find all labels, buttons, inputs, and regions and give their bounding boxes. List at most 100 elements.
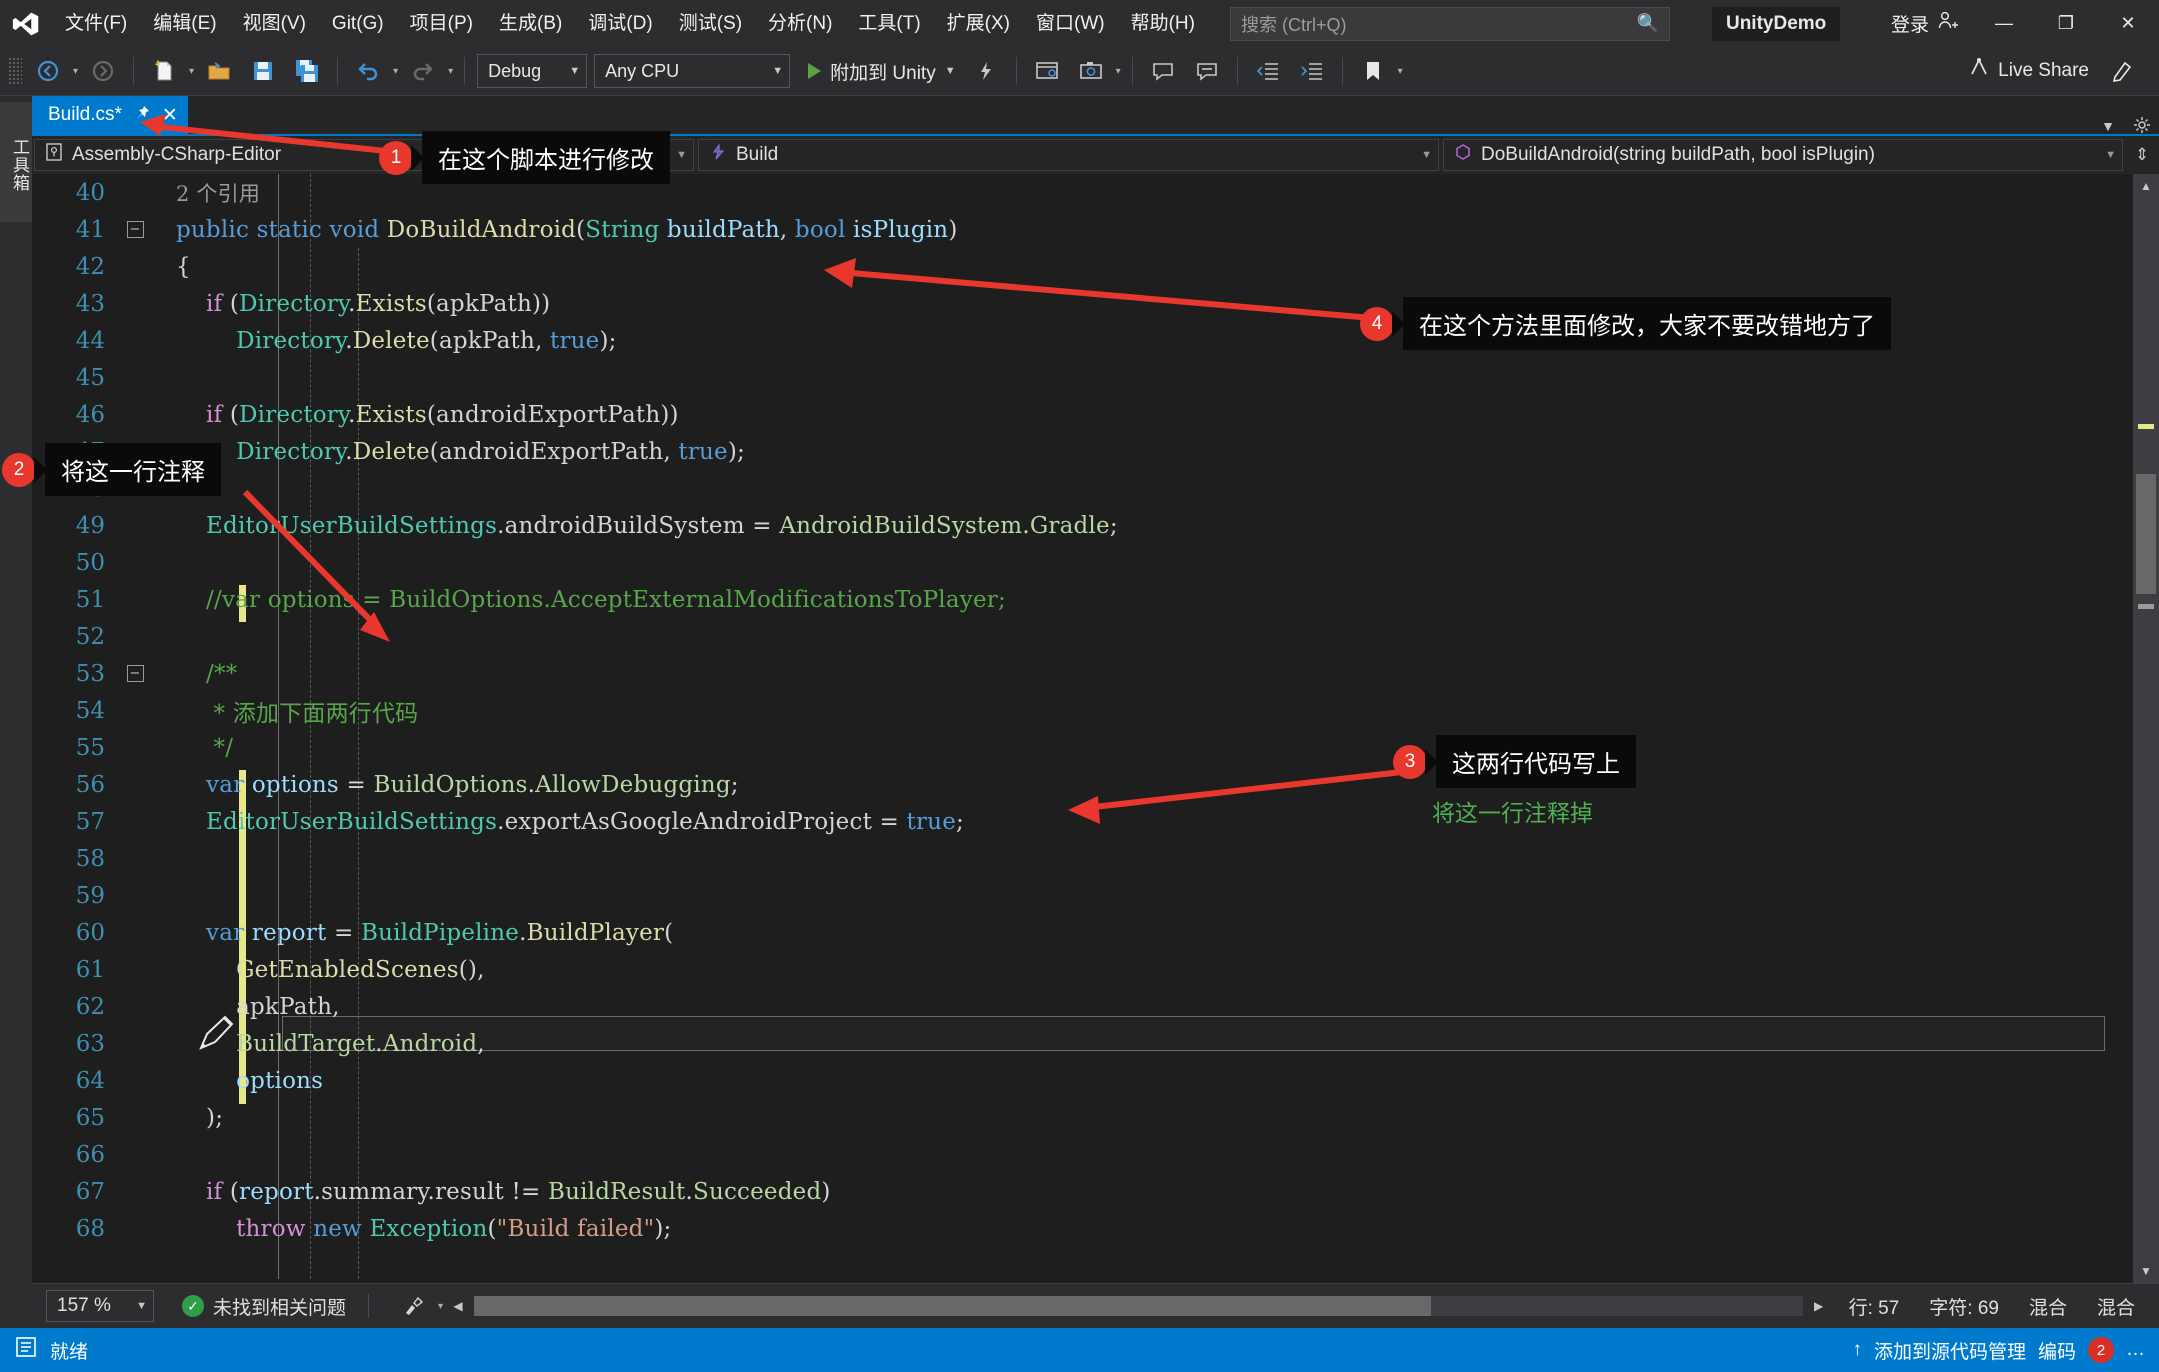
redo-dropdown-icon[interactable]: ▾ xyxy=(448,66,453,77)
attach-dropdown-icon[interactable]: ▼ xyxy=(945,65,956,77)
code-line-51[interactable]: 51 //var options = BuildOptions.AcceptEx… xyxy=(32,581,2133,618)
code-line-55[interactable]: 55 */ xyxy=(32,729,2133,766)
code-line-46[interactable]: 46 if (Directory.Exists(androidExportPat… xyxy=(32,396,2133,433)
issues-indicator[interactable]: ✓ 未找到相关问题 xyxy=(182,1293,346,1320)
pin-icon[interactable] xyxy=(134,105,150,126)
code-line-62[interactable]: 62 apkPath, xyxy=(32,988,2133,1025)
preview-icon[interactable] xyxy=(1025,51,1069,91)
screenshot-dropdown-icon[interactable]: ▾ xyxy=(1116,66,1121,77)
bookmark-icon[interactable] xyxy=(1351,51,1395,91)
configuration-dropdown[interactable]: Debug ▼ xyxy=(477,54,588,88)
scrollbar-thumb[interactable] xyxy=(2136,474,2156,594)
scroll-down-arrow-icon[interactable]: ▼ xyxy=(2133,1259,2159,1283)
scroll-up-arrow-icon[interactable]: ▲ xyxy=(2133,174,2159,198)
tab-list-dropdown-icon[interactable]: ▼ xyxy=(2091,118,2125,134)
uncomment-icon[interactable] xyxy=(1185,51,1229,91)
redo-icon[interactable] xyxy=(401,51,445,91)
indent-icon[interactable] xyxy=(1290,51,1334,91)
back-dropdown-icon[interactable]: ▾ xyxy=(73,66,78,77)
cleanup-dropdown-icon[interactable]: ▾ xyxy=(438,1301,443,1312)
menu-debug[interactable]: 调试(D) xyxy=(575,0,665,47)
new-item-dropdown-icon[interactable]: ▾ xyxy=(189,66,194,77)
navigate-forward-button[interactable] xyxy=(81,51,125,91)
code-line-42[interactable]: 42 { xyxy=(32,248,2133,285)
code-line-50[interactable]: 50 xyxy=(32,544,2133,581)
menu-test[interactable]: 测试(S) xyxy=(666,0,755,47)
new-item-icon[interactable] xyxy=(142,51,186,91)
code-line-59[interactable]: 59 xyxy=(32,877,2133,914)
hscroll-left-arrow-icon[interactable]: ◀ xyxy=(446,1299,470,1313)
attach-to-unity-button[interactable]: 附加到 Unity ▼ xyxy=(800,51,963,91)
code-line-41[interactable]: 41 − public static void DoBuildAndroid(S… xyxy=(32,211,2133,248)
code-line-52[interactable]: 52 xyxy=(32,618,2133,655)
search-input[interactable]: 搜索 (Ctrl+Q) 🔍 xyxy=(1229,6,1670,41)
code-line-63[interactable]: 63 BuildTarget.Android, xyxy=(32,1025,2133,1062)
collapse-icon[interactable]: − xyxy=(126,221,144,238)
code-line-53[interactable]: 53 − /** xyxy=(32,655,2133,692)
code-line-60[interactable]: 60 var report = BuildPipeline.BuildPlaye… xyxy=(32,914,2133,951)
restore-button[interactable]: ❐ xyxy=(2035,0,2097,47)
member-dropdown[interactable]: DoBuildAndroid(string buildPath, bool is… xyxy=(1443,139,2123,171)
source-control-label[interactable]: 添加到源代码管理 xyxy=(1874,1337,2026,1364)
menu-tools[interactable]: 工具(T) xyxy=(845,0,933,47)
live-share-button[interactable]: Live Share xyxy=(1956,51,2101,91)
undo-icon[interactable] xyxy=(346,51,390,91)
tab-close-icon[interactable]: ✕ xyxy=(162,104,178,127)
menu-analyze[interactable]: 分析(N) xyxy=(755,0,845,47)
code-line-57[interactable]: 57 EditorUserBuildSettings.exportAsGoogl… xyxy=(32,803,2133,840)
menu-git[interactable]: Git(G) xyxy=(319,0,397,47)
code-line-56[interactable]: 56 var options = BuildOptions.AllowDebug… xyxy=(32,766,2133,803)
save-icon[interactable] xyxy=(241,51,285,91)
code-line-48[interactable]: 48 xyxy=(32,470,2133,507)
close-button[interactable]: ✕ xyxy=(2097,0,2159,47)
tab-settings-icon[interactable] xyxy=(2125,116,2159,134)
code-line-66[interactable]: 66 xyxy=(32,1136,2133,1173)
notifications-more-icon[interactable]: … xyxy=(2126,1339,2145,1361)
save-all-icon[interactable] xyxy=(285,51,329,91)
sign-in-button[interactable]: 登录 xyxy=(1877,10,1973,38)
fold-col[interactable]: − xyxy=(120,221,150,238)
feedback-icon[interactable] xyxy=(2101,51,2145,91)
code-line-61[interactable]: 61 GetEnabledScenes(), xyxy=(32,951,2133,988)
outdent-icon[interactable] xyxy=(1246,51,1290,91)
navigate-backward-button[interactable] xyxy=(26,51,70,91)
split-view-icon[interactable]: ⇕ xyxy=(2127,145,2157,165)
menu-edit[interactable]: 编辑(E) xyxy=(140,0,229,47)
collapse-icon-2[interactable]: − xyxy=(126,665,144,682)
fold-col[interactable]: − xyxy=(120,665,150,682)
menu-help[interactable]: 帮助(H) xyxy=(1118,0,1208,47)
code-line-65[interactable]: 65 ); xyxy=(32,1099,2133,1136)
menu-file[interactable]: 文件(F) xyxy=(52,0,140,47)
hscroll-thumb[interactable] xyxy=(474,1296,1431,1316)
zoom-level-dropdown[interactable]: 157 % ▼ xyxy=(46,1290,154,1322)
menu-project[interactable]: 项目(P) xyxy=(397,0,486,47)
undo-dropdown-icon[interactable]: ▾ xyxy=(393,66,398,77)
editor-horizontal-scrollbar[interactable] xyxy=(474,1296,1803,1316)
editor-vertical-scrollbar[interactable]: ▲ ▼ xyxy=(2133,174,2159,1283)
type-dropdown[interactable]: Build ▼ xyxy=(698,139,1439,171)
menu-view[interactable]: 视图(V) xyxy=(230,0,319,47)
hscroll-right-arrow-icon[interactable]: ▶ xyxy=(1807,1299,1831,1313)
platform-dropdown[interactable]: Any CPU ▼ xyxy=(594,54,791,88)
toolbar-grip[interactable] xyxy=(8,57,22,85)
hot-reload-icon[interactable] xyxy=(964,51,1008,91)
minimize-button[interactable]: — xyxy=(1973,0,2035,47)
open-file-icon[interactable] xyxy=(197,51,241,91)
toolbox-tab[interactable]: 工具箱 xyxy=(0,102,32,222)
code-line-40[interactable]: 40 2 个引用 xyxy=(32,174,2133,211)
bookmark-dropdown-icon[interactable]: ▾ xyxy=(1398,66,1403,77)
code-line-54[interactable]: 54 * 添加下面两行代码 xyxy=(32,692,2133,729)
comment-icon[interactable] xyxy=(1141,51,1185,91)
code-line-45[interactable]: 45 xyxy=(32,359,2133,396)
code-line-47[interactable]: 47 Directory.Delete(androidExportPath, t… xyxy=(32,433,2133,470)
menu-extensions[interactable]: 扩展(X) xyxy=(934,0,1023,47)
screenshot-icon[interactable] xyxy=(1069,51,1113,91)
code-cleanup-icon[interactable] xyxy=(391,1286,435,1326)
code-line-49[interactable]: 49 EditorUserBuildSettings.androidBuildS… xyxy=(32,507,2133,544)
encoding-label[interactable]: 编码 xyxy=(2038,1337,2076,1364)
menu-window[interactable]: 窗口(W) xyxy=(1023,0,1118,47)
code-line-64[interactable]: 64 options xyxy=(32,1062,2133,1099)
tab-build-cs[interactable]: Build.cs* ✕ xyxy=(32,96,188,134)
code-line-67[interactable]: 67 if (report.summary.result != BuildRes… xyxy=(32,1173,2133,1210)
code-line-68[interactable]: 68 throw new Exception("Build failed"); xyxy=(32,1210,2133,1247)
